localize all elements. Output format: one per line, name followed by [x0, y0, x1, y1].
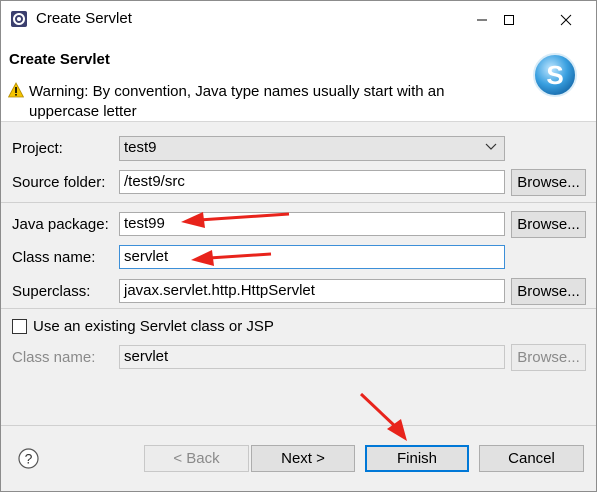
project-label: Project: [12, 140, 63, 157]
existing-class-name-label: Class name: [12, 349, 96, 366]
back-button: < Back [144, 445, 249, 472]
existing-class-name-field: servlet [119, 345, 505, 369]
maximize-icon [504, 15, 514, 25]
servlet-logo-icon: S [533, 53, 577, 97]
use-existing-label[interactable]: Use an existing Servlet class or JSP [33, 318, 274, 335]
project-combo[interactable]: test9 [119, 136, 505, 161]
warning-icon [8, 82, 24, 98]
browse-java-package-button[interactable]: Browse... [511, 211, 586, 238]
footer-separator [1, 425, 596, 426]
superclass-field[interactable]: javax.servlet.http.HttpServlet [119, 279, 505, 303]
superclass-label: Superclass: [12, 283, 91, 300]
separator [1, 308, 596, 309]
close-button[interactable] [543, 1, 589, 39]
create-servlet-dialog: Create Servlet Create Servlet Warning: B… [0, 0, 597, 492]
source-folder-field[interactable]: /test9/src [119, 170, 505, 194]
window-title: Create Servlet [36, 10, 132, 27]
svg-text:?: ? [25, 451, 33, 467]
maximize-button[interactable] [486, 1, 532, 39]
class-name-value: servlet [124, 248, 169, 265]
source-folder-value: /test9/src [124, 173, 185, 190]
existing-class-name-value: servlet [124, 348, 169, 365]
java-package-label: Java package: [12, 216, 109, 233]
warning-message: Warning: By convention, Java type names … [29, 83, 445, 120]
close-icon [560, 14, 572, 26]
next-button[interactable]: Next > [251, 445, 355, 472]
source-folder-label: Source folder: [12, 174, 106, 191]
logo-letter: S [546, 60, 563, 90]
chevron-down-icon [485, 143, 497, 150]
browse-superclass-button[interactable]: Browse... [511, 278, 586, 305]
wizard-title: Create Servlet [9, 51, 110, 68]
wizard-header: Create Servlet Warning: By convention, J… [1, 39, 596, 122]
project-value: test9 [124, 139, 157, 156]
java-package-field[interactable]: test99 [119, 212, 505, 236]
separator [1, 202, 596, 203]
finish-button[interactable]: Finish [365, 445, 469, 472]
browse-source-folder-button[interactable]: Browse... [511, 169, 586, 196]
class-name-field[interactable]: servlet [119, 245, 505, 269]
superclass-value: javax.servlet.http.HttpServlet [124, 282, 315, 299]
eclipse-app-icon [11, 11, 27, 27]
title-bar: Create Servlet [1, 1, 596, 39]
cancel-button[interactable]: Cancel [479, 445, 584, 472]
class-name-label: Class name: [12, 249, 96, 266]
use-existing-checkbox[interactable] [12, 319, 27, 334]
browse-existing-class-button: Browse... [511, 344, 586, 371]
red-arrow-annotation [359, 392, 407, 441]
java-package-value: test99 [124, 215, 165, 232]
help-icon[interactable]: ? [18, 448, 39, 469]
